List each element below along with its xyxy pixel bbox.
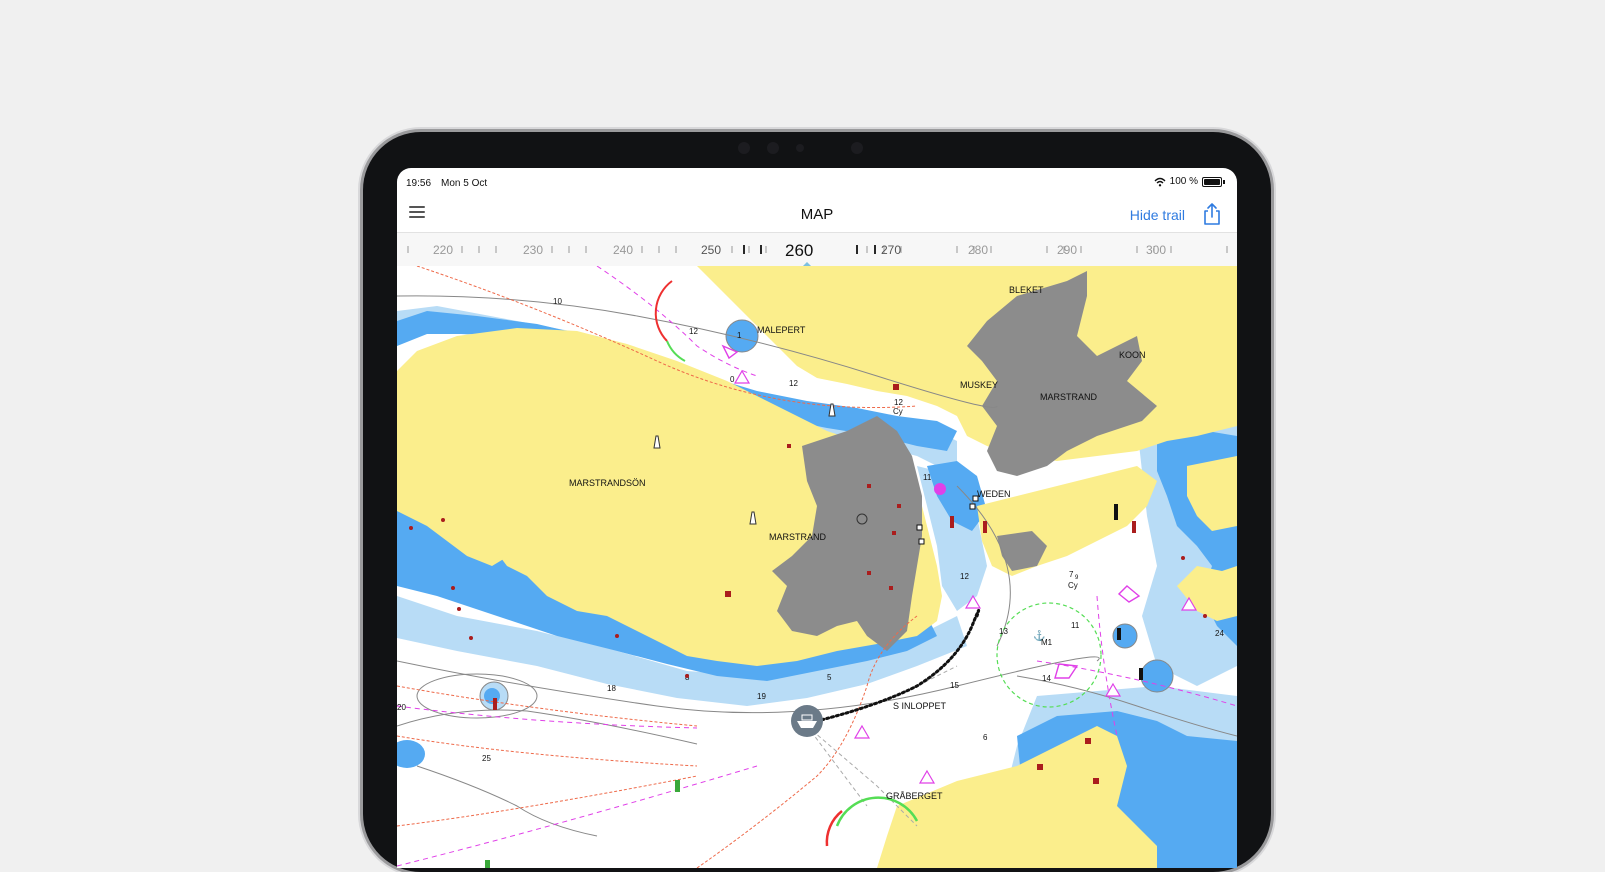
camera-dot <box>851 142 863 154</box>
hazard-marker <box>787 444 791 448</box>
depth-sounding: 11 <box>923 473 932 482</box>
beacon-icon <box>493 698 497 710</box>
depth-sounding: 12 <box>960 572 969 581</box>
depth-sounding: 11 <box>1071 621 1080 630</box>
marina-icon <box>934 483 946 495</box>
beacon-icon <box>1139 668 1143 680</box>
battery-percent: 100 % <box>1169 176 1198 187</box>
mooring-marker <box>918 538 925 545</box>
depth-sounding: 24 <box>1215 629 1224 638</box>
beacon-icon <box>1114 504 1118 520</box>
compass-current-heading: 260 <box>785 241 813 260</box>
shoal <box>1112 623 1138 649</box>
nav-bar: MAP Hide trail <box>397 196 1237 232</box>
beacon-icon <box>950 516 954 528</box>
depth-sounding: 20 <box>397 703 406 712</box>
wifi-icon <box>1154 177 1166 186</box>
hazard-marker <box>893 384 899 390</box>
depth-sounding: 18 <box>607 684 616 693</box>
depth-sounding: 7 <box>1069 570 1074 579</box>
place-label: GRÅBERGET <box>886 791 943 801</box>
hazard-marker <box>1037 764 1043 770</box>
mooring-marker <box>916 524 923 531</box>
place-label: MALEPERT <box>757 325 806 335</box>
shoal <box>1140 659 1174 693</box>
compass-tick-label: 250 <box>701 243 721 257</box>
hazard-marker <box>889 586 893 590</box>
hazard-marker <box>892 531 896 535</box>
nautical-chart[interactable]: ⚓ BLEKET MALEPERT KOON MUSKEY MARSTRAND … <box>397 265 1237 868</box>
boat-position-marker[interactable] <box>791 705 823 737</box>
depth-sounding: Cy <box>1068 581 1078 590</box>
depth-sounding: 12 <box>689 327 698 336</box>
compass-tick-label: 240 <box>613 243 633 257</box>
hazard-marker <box>1085 738 1091 744</box>
depth-sounding: 19 <box>757 692 766 701</box>
status-bar: 19:56 Mon 5 Oct 100 % <box>397 168 1237 196</box>
mooring-marker <box>969 503 976 510</box>
place-label: MARSTRANDSÖN <box>569 478 646 488</box>
depth-sounding: 14 <box>1042 674 1051 683</box>
beacon-icon <box>675 780 680 792</box>
depth-sounding: 12 <box>789 379 798 388</box>
depth-sounding: 5 <box>827 673 832 682</box>
depth-sounding: M1 <box>1041 638 1053 647</box>
depth-sounding: 12 <box>894 398 903 407</box>
place-label: WEDEN <box>977 489 1011 499</box>
share-icon[interactable] <box>1201 202 1223 226</box>
camera-dot <box>767 142 779 154</box>
hide-trail-button[interactable]: Hide trail <box>1130 207 1185 223</box>
compass-tick-label: 280 <box>968 243 988 257</box>
depth-sounding: 25 <box>482 754 491 763</box>
beacon-icon <box>983 521 987 533</box>
chart-canvas: ⚓ BLEKET MALEPERT KOON MUSKEY MARSTRAND … <box>397 265 1237 868</box>
hazard-marker <box>725 591 731 597</box>
depth-sounding: 15 <box>950 681 959 690</box>
depth-sounding: 0 <box>730 375 735 384</box>
hazard-marker <box>897 504 901 508</box>
depth-sounding: 6 <box>983 733 988 742</box>
compass-tick-label: 270 <box>881 243 901 257</box>
depth-sounding: 10 <box>553 297 562 306</box>
depth-sounding: 1 <box>737 331 742 340</box>
place-label: KOON <box>1119 350 1146 360</box>
depth-sounding: Cy <box>893 407 903 416</box>
place-label: S INLOPPET <box>893 701 947 711</box>
status-date: Mon 5 Oct <box>441 178 488 189</box>
app-screen: 19:56 Mon 5 Oct 100 % MAP Hide trail 220… <box>397 168 1237 868</box>
status-time: 19:56 <box>406 178 432 189</box>
beacon-icon <box>485 860 490 868</box>
beacon-icon <box>1117 628 1121 640</box>
compass-tick-label: 230 <box>523 243 543 257</box>
battery-icon <box>1202 176 1222 187</box>
hazard-marker <box>867 484 871 488</box>
compass-tick-label: 220 <box>433 243 453 257</box>
compass-tick-label: 300 <box>1146 243 1166 257</box>
compass-heading-strip[interactable]: 220 230 240 250 270 280 290 300 260 <box>397 232 1237 269</box>
place-label: BLEKET <box>1009 285 1044 295</box>
depth-sounding: 13 <box>999 627 1008 636</box>
camera-dot <box>738 142 750 154</box>
page-title: MAP <box>800 206 834 223</box>
battery-tip <box>1223 179 1225 184</box>
hazard-marker <box>867 571 871 575</box>
place-label: MARSTRAND <box>1040 392 1098 402</box>
place-label: MUSKEY <box>960 380 998 390</box>
beacon-icon <box>1132 521 1136 533</box>
compass-scale: 220 230 240 250 270 280 290 300 260 <box>407 241 1228 268</box>
place-label: MARSTRAND <box>769 532 827 542</box>
status-right: 100 % <box>1154 176 1225 187</box>
compass-tick-label: 290 <box>1057 243 1077 257</box>
hazard-marker <box>1093 778 1099 784</box>
sensor-dot <box>796 144 804 152</box>
